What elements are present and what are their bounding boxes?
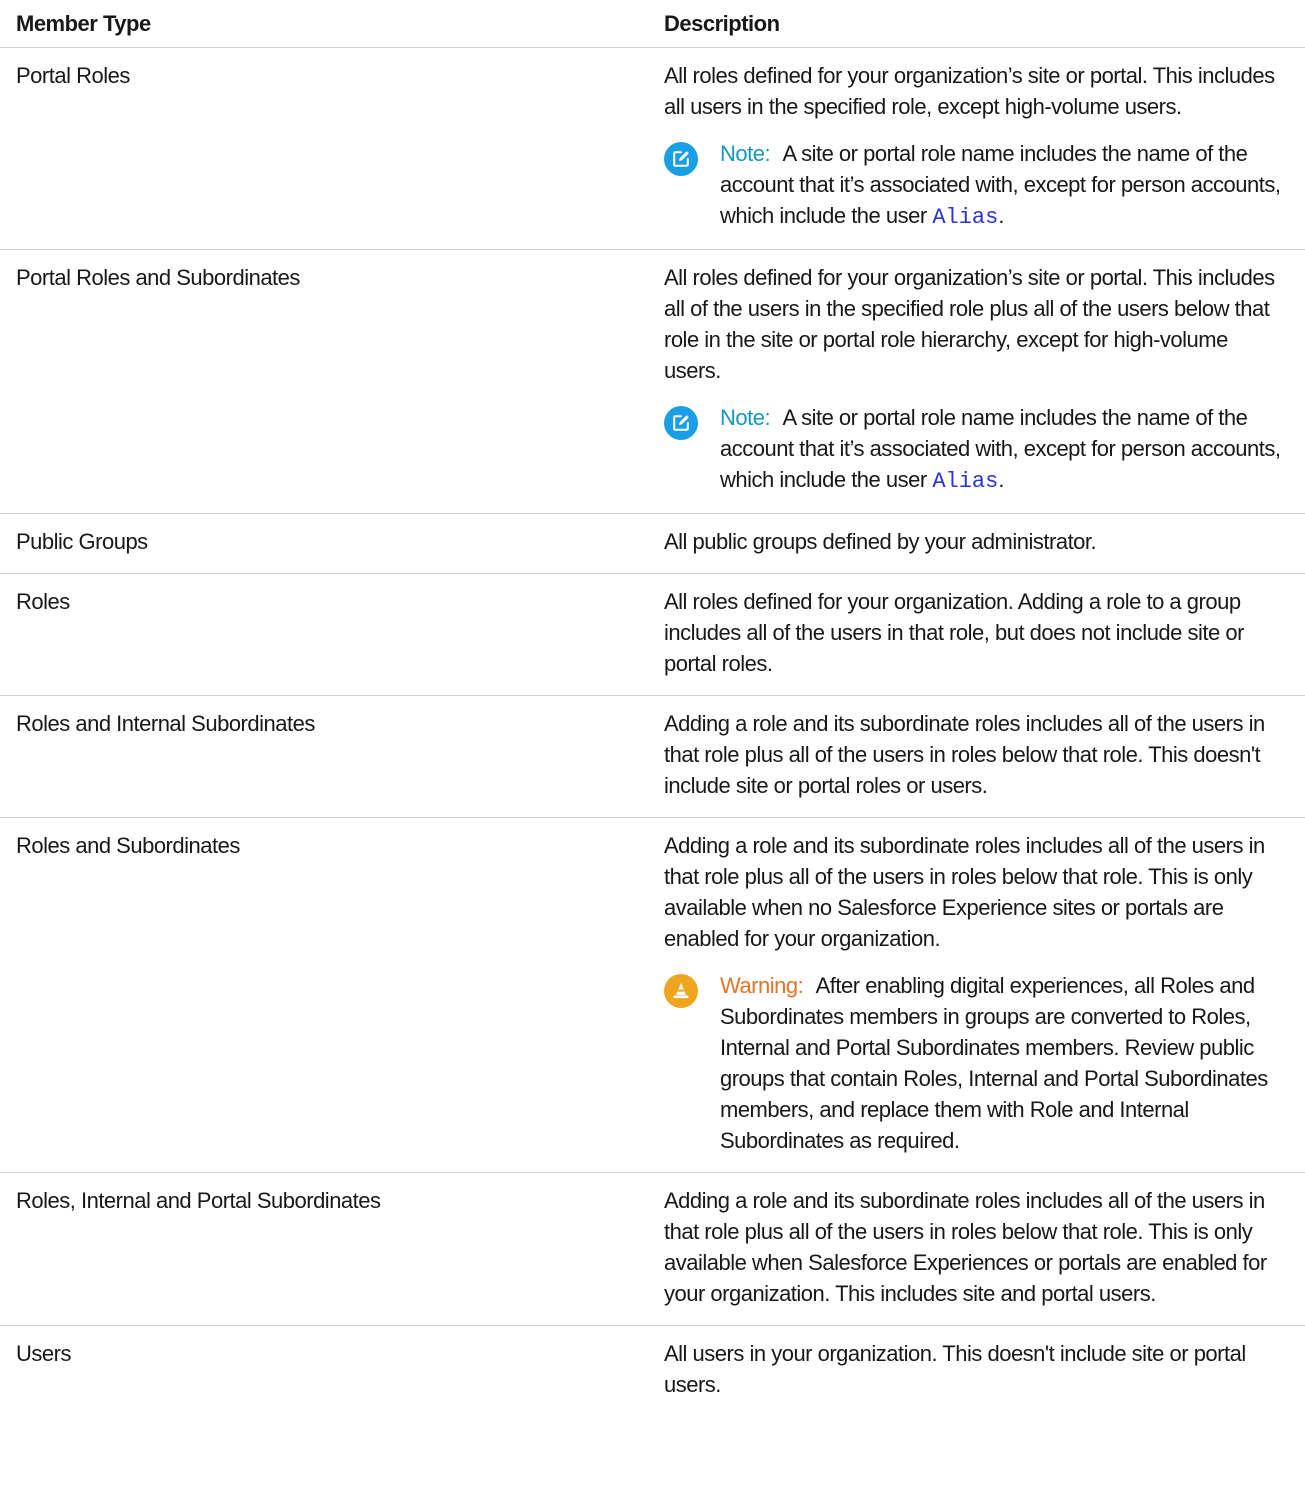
description-cell: Adding a role and its subordinate roles …: [648, 696, 1288, 817]
edit-note-icon: [664, 142, 698, 176]
description-cell: Adding a role and its subordinate roles …: [648, 818, 1288, 1172]
member-type-cell: Users: [16, 1341, 71, 1366]
header-member-type: Member Type: [16, 11, 151, 36]
description-text: All roles defined for your organization’…: [664, 265, 1275, 383]
description-text: Adding a role and its subordinate roles …: [664, 1188, 1267, 1306]
member-type-cell: Portal Roles and Subordinates: [16, 265, 300, 290]
description-text: All public groups defined by your admini…: [664, 529, 1097, 554]
note-callout: Note: A site or portal role name include…: [664, 402, 1288, 497]
table-row: Roles and Subordinates Adding a role and…: [0, 818, 1305, 1173]
member-type-cell: Roles: [16, 589, 70, 614]
table-row: Roles and Internal Subordinates Adding a…: [0, 696, 1305, 818]
alias-code: Alias: [932, 205, 999, 230]
warning-label: Warning:: [720, 973, 804, 998]
note-period: .: [998, 467, 1004, 492]
member-type-table: Member Type Description Portal Roles All…: [0, 0, 1305, 1416]
table-row: Portal Roles and Subordinates All roles …: [0, 250, 1305, 514]
table-row: Roles, Internal and Portal Subordinates …: [0, 1173, 1305, 1326]
warning-text: After enabling digital experiences, all …: [720, 973, 1268, 1153]
note-period: .: [998, 203, 1004, 228]
description-cell: All users in your organization. This doe…: [648, 1326, 1288, 1416]
header-description: Description: [664, 11, 780, 36]
warning-cone-icon: [664, 974, 698, 1008]
table-row: Users All users in your organization. Th…: [0, 1326, 1305, 1416]
note-body: Note: A site or portal role name include…: [720, 402, 1288, 497]
note-body: Note: A site or portal role name include…: [720, 138, 1288, 233]
member-type-cell: Roles and Subordinates: [16, 833, 240, 858]
description-cell: All public groups defined by your admini…: [648, 514, 1288, 573]
note-label: Note:: [720, 141, 771, 166]
description-cell: All roles defined for your organization.…: [648, 574, 1288, 695]
note-label: Note:: [720, 405, 771, 430]
warning-callout: Warning: After enabling digital experien…: [664, 970, 1288, 1156]
table-row: Roles All roles defined for your organiz…: [0, 574, 1305, 696]
member-type-cell: Roles and Internal Subordinates: [16, 711, 315, 736]
member-type-cell: Portal Roles: [16, 63, 130, 88]
alias-code: Alias: [932, 469, 999, 494]
description-text: All roles defined for your organization.…: [664, 589, 1244, 676]
description-cell: All roles defined for your organization’…: [648, 250, 1288, 513]
description-text: All roles defined for your organization’…: [664, 63, 1275, 119]
description-text: Adding a role and its subordinate roles …: [664, 833, 1265, 951]
description-text: All users in your organization. This doe…: [664, 1341, 1246, 1397]
description-cell: All roles defined for your organization’…: [648, 48, 1288, 249]
table-header: Member Type Description: [0, 0, 1305, 48]
description-cell: Adding a role and its subordinate roles …: [648, 1173, 1288, 1325]
member-type-cell: Public Groups: [16, 529, 148, 554]
description-text: Adding a role and its subordinate roles …: [664, 711, 1265, 798]
member-type-cell: Roles, Internal and Portal Subordinates: [16, 1188, 381, 1213]
warning-body: Warning: After enabling digital experien…: [720, 970, 1288, 1156]
table-row: Portal Roles All roles defined for your …: [0, 48, 1305, 250]
table-row: Public Groups All public groups defined …: [0, 514, 1305, 574]
edit-note-icon: [664, 406, 698, 440]
note-callout: Note: A site or portal role name include…: [664, 138, 1288, 233]
